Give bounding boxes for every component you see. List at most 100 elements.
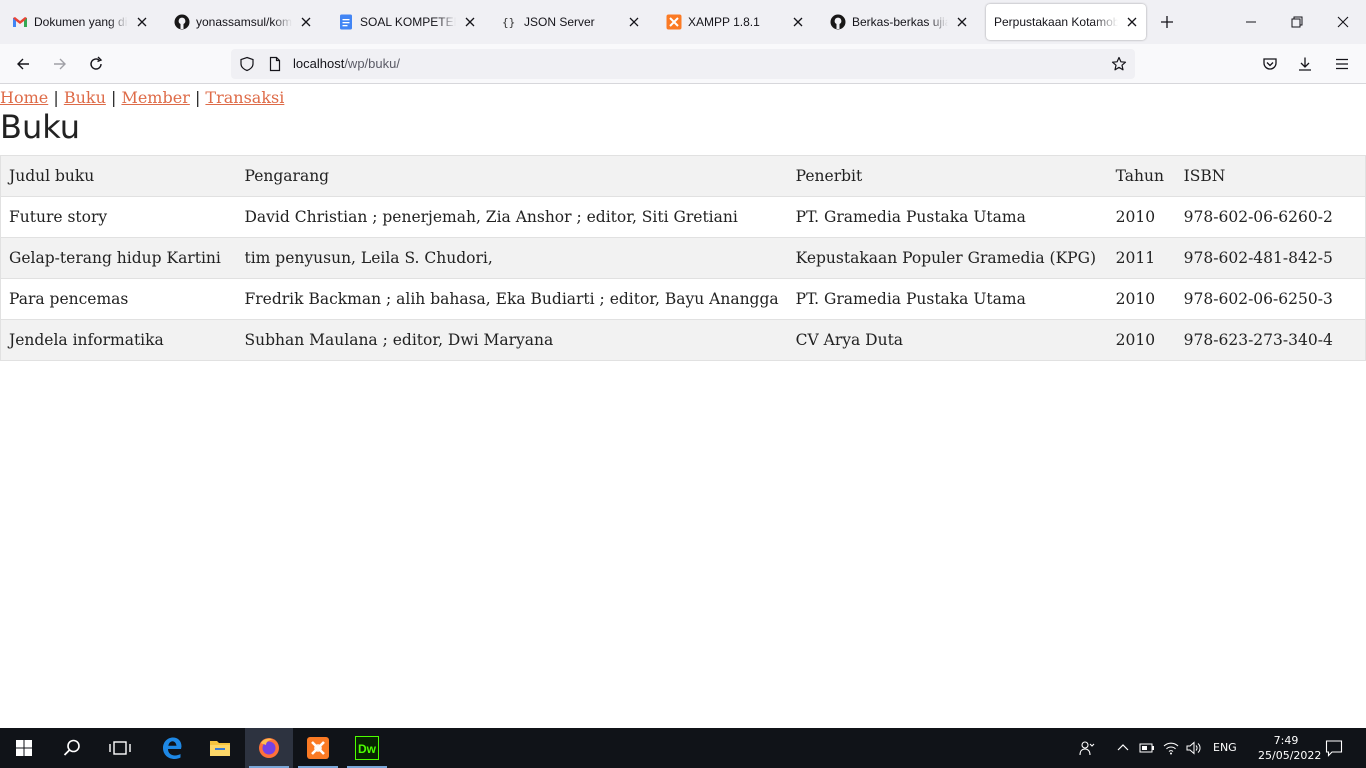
clock-time: 7:49: [1273, 734, 1299, 747]
cell-judul: Jendela informatika: [0, 319, 237, 361]
url-bar[interactable]: localhost/wp/buku/: [231, 49, 1135, 79]
nav-link-buku[interactable]: Buku: [64, 88, 106, 107]
tab-title: yonassamsul/kominfo: [196, 15, 292, 29]
tab-github-kominfo[interactable]: yonassamsul/kominfo: [164, 4, 320, 40]
people-icon[interactable]: [1079, 740, 1095, 756]
nav-link-member[interactable]: Member: [121, 88, 189, 107]
tab-title: XAMPP 1.8.1: [688, 15, 760, 29]
table-header-row: Judul buku Pengarang Penerbit Tahun ISBN: [0, 155, 1366, 197]
table-row: Future story David Christian ; penerjema…: [0, 196, 1366, 238]
page-icon[interactable]: [267, 56, 283, 72]
windows-taskbar: Dw ENG 7:49 25/05/2022: [0, 728, 1366, 768]
column-header-pengarang: Pengarang: [236, 155, 788, 197]
github-icon: [830, 14, 846, 30]
svg-text:{}: {}: [502, 16, 515, 29]
close-icon[interactable]: [1124, 14, 1140, 30]
firefox-icon: [259, 738, 279, 758]
taskbar-file-explorer[interactable]: [196, 728, 244, 768]
reload-icon[interactable]: [88, 56, 104, 72]
close-icon[interactable]: [298, 14, 314, 30]
cell-judul: Gelap-terang hidup Kartini: [0, 237, 237, 279]
cell-pengarang: tim penyusun, Leila S. Chudori,: [236, 237, 788, 279]
close-window-icon[interactable]: [1335, 14, 1351, 30]
dreamweaver-label: Dw: [358, 742, 377, 756]
tab-berkas-ujian[interactable]: Berkas-berkas ujian: [820, 4, 976, 40]
cell-isbn: 978-623-273-340-4: [1175, 319, 1366, 361]
clock[interactable]: 7:49 25/05/2022: [1258, 733, 1321, 763]
close-icon[interactable]: [462, 14, 478, 30]
search-icon: [63, 739, 80, 756]
url-path: /wp/buku/: [344, 56, 400, 71]
cell-penerbit: CV Arya Duta: [787, 319, 1108, 361]
taskbar-dreamweaver[interactable]: Dw: [343, 728, 391, 768]
cell-penerbit: PT. Gramedia Pustaka Utama: [787, 278, 1108, 320]
tab-title: JSON Server: [524, 15, 595, 29]
book-table: Judul buku Pengarang Penerbit Tahun ISBN…: [0, 155, 1366, 361]
cell-pengarang: David Christian ; penerjemah, Zia Anshor…: [236, 196, 788, 238]
restore-icon[interactable]: [1289, 14, 1305, 30]
shield-icon[interactable]: [239, 56, 255, 72]
start-button[interactable]: [0, 728, 48, 768]
cell-tahun: 2011: [1107, 237, 1176, 279]
tab-title: SOAL KOMPETENSI: [360, 15, 456, 29]
cell-judul: Future story: [0, 196, 237, 238]
cell-isbn: 978-602-481-842-5: [1175, 237, 1366, 279]
nav-link-home[interactable]: Home: [0, 88, 48, 107]
cell-judul: Para pencemas: [0, 278, 237, 320]
column-header-isbn: ISBN: [1175, 155, 1366, 197]
cell-isbn: 978-602-06-6250-3: [1175, 278, 1366, 320]
taskbar-firefox[interactable]: [245, 728, 293, 768]
tab-gmail[interactable]: Dokumen yang dibagikan: [2, 4, 156, 40]
download-icon[interactable]: [1297, 56, 1313, 72]
tab-json-server[interactable]: {} JSON Server: [492, 4, 648, 40]
page-content: Home | Buku | Member | Transaksi Buku Ju…: [0, 85, 1366, 728]
site-nav: Home | Buku | Member | Transaksi: [0, 88, 284, 108]
cell-pengarang: Subhan Maulana ; editor, Dwi Maryana: [236, 319, 788, 361]
pocket-icon[interactable]: [1262, 56, 1278, 72]
back-arrow-icon[interactable]: [15, 56, 31, 72]
wifi-icon[interactable]: [1163, 740, 1179, 756]
taskbar-xampp[interactable]: [294, 728, 342, 768]
nav-separator: |: [53, 88, 59, 107]
close-icon[interactable]: [954, 14, 970, 30]
column-header-penerbit: Penerbit: [787, 155, 1108, 197]
chevron-up-icon[interactable]: [1115, 740, 1131, 756]
page-title: Buku: [0, 108, 81, 146]
folder-icon: [210, 741, 230, 756]
tab-title: Dokumen yang dibagikan: [34, 15, 128, 29]
cell-pengarang: Fredrik Backman ; alih bahasa, Eka Budia…: [236, 278, 788, 320]
nav-separator: |: [194, 88, 201, 107]
cell-tahun: 2010: [1107, 278, 1176, 320]
notification-icon[interactable]: [1325, 739, 1343, 757]
url-text[interactable]: localhost/wp/buku/: [293, 57, 400, 71]
edge-icon: [163, 737, 182, 759]
tab-perpustakaan-active[interactable]: Perpustakaan Kotamobagu: [986, 4, 1146, 40]
cell-penerbit: Kepustakaan Populer Gramedia (KPG): [787, 237, 1108, 279]
close-icon[interactable]: [790, 14, 806, 30]
bookmark-star-icon[interactable]: [1111, 56, 1127, 72]
json-server-icon: {}: [502, 16, 515, 29]
hamburger-menu-icon[interactable]: [1334, 56, 1350, 72]
search-button[interactable]: [48, 728, 96, 768]
column-header-judul: Judul buku: [0, 155, 237, 197]
taskbar-edge[interactable]: [148, 728, 196, 768]
tab-soal-kompetensi[interactable]: SOAL KOMPETENSI: [328, 4, 484, 40]
nav-link-transaksi[interactable]: Transaksi: [205, 88, 284, 107]
tab-bar: Dokumen yang dibagikan yonassamsul/komin…: [0, 0, 1366, 44]
input-language[interactable]: ENG: [1213, 741, 1237, 754]
volume-icon[interactable]: [1186, 740, 1202, 756]
table-row: Gelap-terang hidup Kartini tim penyusun,…: [0, 237, 1366, 279]
google-docs-icon: [340, 14, 352, 30]
battery-icon[interactable]: [1139, 740, 1155, 756]
tab-title: Berkas-berkas ujian: [852, 15, 948, 29]
close-icon[interactable]: [134, 14, 150, 30]
tab-xampp[interactable]: XAMPP 1.8.1: [656, 4, 812, 40]
minimize-icon[interactable]: [1243, 14, 1259, 30]
cell-isbn: 978-602-06-6260-2: [1175, 196, 1366, 238]
new-tab-plus-icon[interactable]: [1159, 14, 1175, 30]
close-icon[interactable]: [626, 14, 642, 30]
forward-arrow-icon[interactable]: [52, 56, 68, 72]
table-row: Jendela informatika Subhan Maulana ; edi…: [0, 319, 1366, 361]
task-view-button[interactable]: [96, 728, 144, 768]
cell-tahun: 2010: [1107, 319, 1176, 361]
